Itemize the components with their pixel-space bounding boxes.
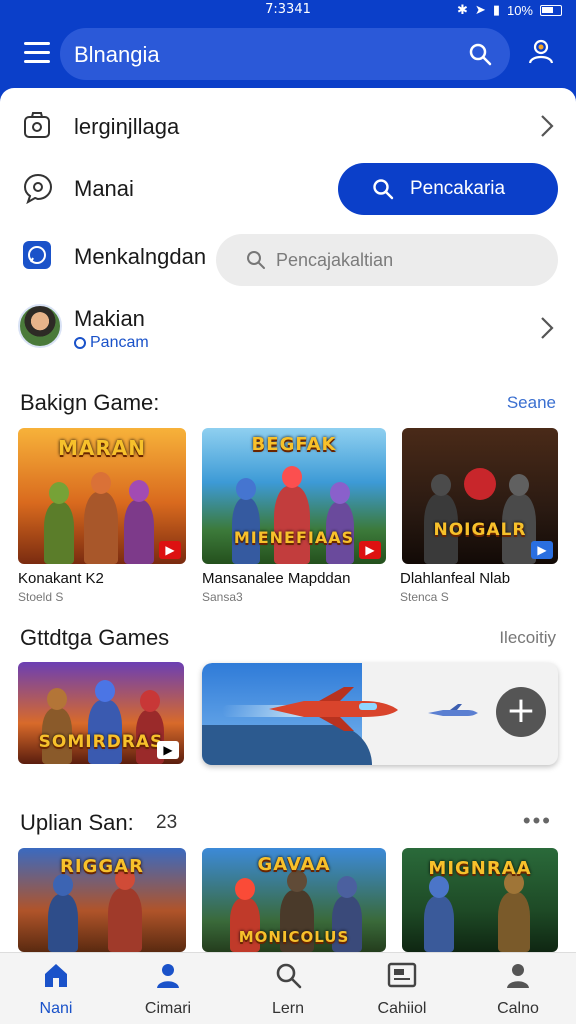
section-link[interactable]: Ilecoitiy bbox=[499, 628, 556, 648]
game-subtitle: Sansa3 bbox=[202, 590, 243, 604]
menu-item-1[interactable]: lerginjllaga bbox=[0, 106, 576, 146]
content-sheet: lerginjllaga Manai Pencakaria Menkalngda… bbox=[0, 88, 576, 952]
section-count: 23 bbox=[156, 812, 178, 833]
verified-icon bbox=[74, 337, 86, 349]
search-field[interactable] bbox=[216, 234, 558, 286]
nav-label: Lern bbox=[271, 1000, 305, 1017]
play-badge-icon: ▶ bbox=[157, 741, 179, 759]
card-icon bbox=[387, 962, 417, 988]
section-see-all-link[interactable]: Seane bbox=[507, 393, 556, 413]
profile-icon[interactable] bbox=[528, 38, 554, 64]
game-subtitle: Stenca S bbox=[400, 590, 449, 604]
game-art-title: BEGFAK bbox=[251, 434, 337, 455]
search-icon bbox=[247, 251, 265, 269]
game-art-title: GAVAA bbox=[257, 854, 331, 875]
game-card-3[interactable]: NOIGALR ▶ bbox=[402, 428, 558, 564]
person-icon bbox=[157, 964, 179, 988]
game-title: Mansanalee Mapddan bbox=[202, 570, 351, 587]
game-card-2[interactable]: BEGFAK MIENEFIAAS ▶ bbox=[202, 428, 386, 564]
add-button[interactable]: + bbox=[496, 687, 546, 737]
bottom-nav: Nani Cimari Lern Cahiiol Calno bbox=[0, 952, 576, 1024]
game-subtitle: Stoeld S bbox=[18, 590, 64, 604]
nav-tab-card[interactable]: Cahiiol bbox=[352, 961, 452, 1018]
search-icon bbox=[373, 179, 394, 200]
search-input[interactable] bbox=[276, 244, 536, 276]
play-badge-icon: ▶ bbox=[531, 541, 553, 559]
promo-banner[interactable]: + bbox=[202, 663, 558, 765]
game-art-title: RIGGAR bbox=[60, 856, 144, 877]
location-icon: ➤ bbox=[474, 2, 486, 17]
signal-icon: ▮ bbox=[492, 2, 500, 17]
section-title: Gttdtga Games bbox=[20, 625, 170, 650]
nav-label: Cahiiol bbox=[377, 1000, 427, 1017]
menu-item-label: lerginjllaga bbox=[74, 114, 180, 139]
chat-icon bbox=[23, 173, 53, 204]
nav-label: Calno bbox=[497, 1000, 539, 1017]
small-jet-icon bbox=[428, 704, 478, 716]
search-icon[interactable] bbox=[468, 42, 492, 66]
game-card-6[interactable]: GAVAA MONICOLUS bbox=[202, 848, 386, 952]
game-art-title: MIGNRAA bbox=[428, 858, 532, 879]
game-card-7[interactable]: MIGNRAA bbox=[402, 848, 558, 952]
game-card-4[interactable]: SOMIRDRAS ▶ bbox=[18, 662, 184, 764]
menu-item-label: Manai bbox=[74, 176, 134, 201]
status-bar: 7:3341 ✱ ➤ ▮ 10% bbox=[0, 0, 576, 22]
chevron-right-icon bbox=[541, 115, 554, 137]
app-title: Blnangia bbox=[74, 42, 160, 67]
profile-sub: Pancam bbox=[74, 334, 149, 352]
game-art-title: NOIGALR bbox=[433, 520, 527, 540]
battery-label: 10% bbox=[506, 2, 533, 18]
play-badge-icon: ▶ bbox=[159, 541, 181, 559]
search-action-label: Pencakaria bbox=[410, 178, 506, 199]
account-icon bbox=[507, 964, 529, 988]
search-action-button[interactable]: Pencakaria bbox=[338, 163, 558, 215]
section-title: Uplian San: bbox=[20, 810, 134, 835]
jet-icon bbox=[269, 687, 398, 731]
game-card-5[interactable]: RIGGAR bbox=[18, 848, 186, 952]
nav-label: Nani bbox=[39, 1000, 73, 1017]
bluetooth-icon: ✱ bbox=[457, 2, 468, 17]
nav-tab-people[interactable]: Cimari bbox=[118, 961, 218, 1018]
status-icons: ✱ ➤ ▮ 10% bbox=[457, 2, 562, 18]
search-icon bbox=[276, 963, 302, 989]
game-art-title: MARAN bbox=[58, 436, 146, 460]
menu-item-label: Menkalngdan bbox=[74, 244, 207, 269]
nav-tab-account[interactable]: Calno bbox=[468, 961, 568, 1018]
chevron-right-icon bbox=[541, 317, 554, 339]
profile-sub-label: Pancam bbox=[90, 334, 149, 351]
nav-tab-home[interactable]: Nani bbox=[6, 961, 106, 1018]
nav-label: Cimari bbox=[144, 1000, 192, 1017]
game-art-subtitle: MONICOLUS bbox=[238, 928, 350, 946]
app-bar-search[interactable]: Blnangia bbox=[60, 28, 510, 80]
app-bar: Blnangia bbox=[0, 22, 576, 88]
more-icon[interactable]: ••• bbox=[523, 808, 552, 834]
battery-icon bbox=[540, 4, 562, 16]
game-title: Dlahlanfeal Nlab bbox=[400, 570, 511, 587]
camera-icon bbox=[24, 112, 50, 138]
home-icon bbox=[45, 964, 67, 987]
menu-icon[interactable] bbox=[24, 42, 50, 64]
nav-tab-search[interactable]: Lern bbox=[238, 961, 338, 1018]
game-card-1[interactable]: MARAN ▶ bbox=[18, 428, 186, 564]
game-title: Konakant K2 bbox=[18, 570, 104, 587]
section-title: Bakign Game: bbox=[20, 390, 160, 415]
play-badge-icon: ▶ bbox=[359, 541, 381, 559]
profile-name: Makian bbox=[74, 306, 145, 331]
message-icon bbox=[23, 241, 51, 269]
